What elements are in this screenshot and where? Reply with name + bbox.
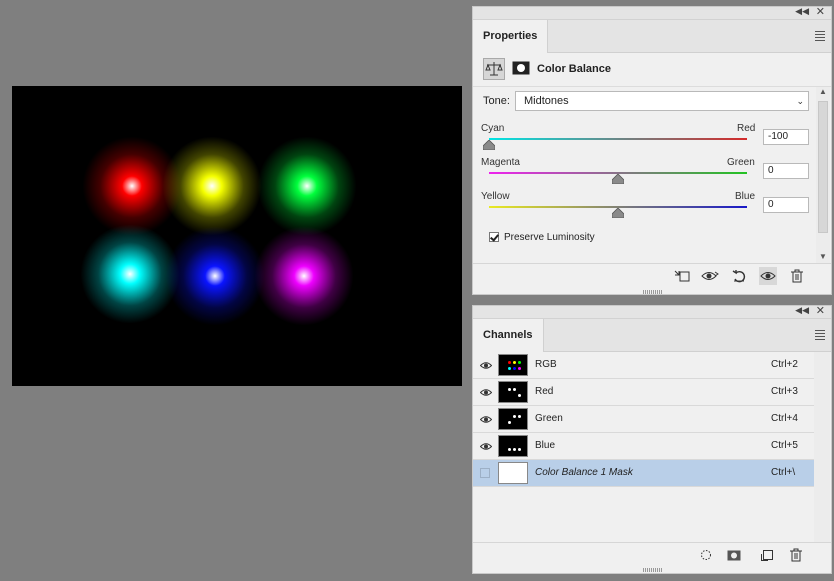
cyan-red-track[interactable] [489, 138, 747, 140]
toggle-visibility-icon[interactable] [759, 267, 777, 285]
resize-grip[interactable] [643, 568, 663, 572]
delete-icon[interactable] [788, 267, 806, 285]
adjustment-title: Color Balance [537, 63, 611, 75]
mask-thumbnail [498, 462, 528, 484]
channels-bottom-toolbar [473, 542, 831, 567]
balance-scale-icon[interactable] [483, 58, 505, 80]
properties-tabbar: Properties [473, 20, 831, 53]
channels-panel: ◀◀ ✕ Channels RGB Ctrl+2 Red Ctrl+3 Gree… [472, 305, 832, 574]
blue-light [165, 226, 265, 326]
channels-scrollbar[interactable] [814, 352, 830, 542]
panel-menu-icon[interactable] [815, 31, 825, 43]
tab-channels[interactable]: Channels [473, 319, 544, 352]
preserve-luminosity-label: Preserve Luminosity [504, 232, 595, 243]
clip-to-layer-icon[interactable] [673, 267, 691, 285]
layer-mask-icon[interactable] [511, 58, 533, 80]
view-previous-state-icon[interactable] [701, 267, 719, 285]
delete-icon[interactable] [787, 546, 805, 564]
eye-icon[interactable] [479, 442, 493, 454]
resize-grip[interactable] [643, 290, 663, 294]
tone-select[interactable]: Midtones ⌄ [515, 91, 809, 111]
yellow-blue-value[interactable]: 0 [763, 197, 809, 213]
collapse-icon[interactable]: ◀◀ [795, 305, 809, 316]
channels-tabbar: Channels [473, 319, 831, 352]
close-icon[interactable]: ✕ [816, 5, 825, 18]
channel-shortcut: Ctrl+2 [771, 359, 798, 370]
new-channel-icon[interactable] [758, 546, 776, 564]
preserve-luminosity-checkbox[interactable] [489, 232, 499, 242]
slider-green-label: Green [727, 157, 755, 168]
channel-row-red[interactable]: Red Ctrl+3 [473, 379, 814, 406]
visibility-toggle[interactable] [480, 468, 490, 478]
channel-list: RGB Ctrl+2 Red Ctrl+3 Green Ctrl+4 Blue [473, 352, 814, 487]
tab-properties[interactable]: Properties [473, 20, 549, 53]
channel-row-mask[interactable]: Color Balance 1 Mask Ctrl+\ [473, 460, 814, 487]
channel-shortcut: Ctrl+5 [771, 440, 798, 451]
close-icon[interactable]: ✕ [816, 304, 825, 317]
channel-shortcut: Ctrl+\ [771, 467, 796, 478]
tone-value: Midtones [524, 95, 569, 107]
channel-row-blue[interactable]: Blue Ctrl+5 [473, 433, 814, 460]
channel-name: Red [535, 386, 554, 397]
eye-icon[interactable] [479, 388, 493, 400]
tone-label: Tone: [483, 95, 510, 107]
channel-thumbnail [498, 435, 528, 457]
scroll-down-icon[interactable]: ▼ [819, 252, 827, 261]
slider-magenta-label: Magenta [481, 157, 520, 168]
slider-blue-label: Blue [735, 191, 756, 202]
panel-menu-icon[interactable] [815, 330, 825, 342]
channel-thumbnail [498, 381, 528, 403]
channel-shortcut: Ctrl+4 [771, 413, 798, 424]
channel-thumbnail [498, 354, 528, 376]
properties-scrollbar[interactable]: ▲ ▼ [816, 87, 830, 263]
eye-icon[interactable] [479, 415, 493, 427]
adjustment-header: Color Balance [473, 52, 831, 87]
channel-name: Color Balance 1 Mask [535, 467, 633, 478]
channel-name: Green [535, 413, 563, 424]
channel-shortcut: Ctrl+3 [771, 386, 798, 397]
properties-bottom-toolbar [473, 263, 831, 288]
channel-row-green[interactable]: Green Ctrl+4 [473, 406, 814, 433]
channel-name: RGB [535, 359, 557, 370]
reset-icon[interactable] [730, 267, 748, 285]
green-light [257, 136, 357, 236]
slider-yellow-label: Yellow [481, 191, 510, 202]
slider-red-label: Red [737, 123, 756, 134]
chevron-down-icon: ⌄ [796, 96, 804, 106]
document-canvas[interactable] [12, 86, 462, 386]
scrollbar-thumb[interactable] [818, 101, 828, 233]
channel-thumbnail [498, 408, 528, 430]
channel-row-rgb[interactable]: RGB Ctrl+2 [473, 352, 814, 379]
collapse-icon[interactable]: ◀◀ [795, 6, 809, 17]
magenta-light [254, 226, 354, 326]
yellow-light [162, 136, 262, 236]
eye-icon[interactable] [479, 361, 493, 373]
panel-titlebar[interactable]: ◀◀ ✕ [473, 5, 831, 20]
save-selection-icon[interactable] [725, 546, 743, 564]
properties-panel: ◀◀ ✕ Properties Color Balance Tone: Midt… [472, 6, 832, 295]
channel-name: Blue [535, 440, 556, 451]
slider-cyan-label: Cyan [481, 123, 505, 134]
cyan-red-value[interactable]: -100 [763, 129, 809, 145]
panel-titlebar[interactable]: ◀◀ ✕ [473, 304, 831, 319]
load-selection-icon[interactable] [697, 546, 715, 564]
scroll-up-icon[interactable]: ▲ [819, 87, 827, 96]
magenta-green-value[interactable]: 0 [763, 163, 809, 179]
